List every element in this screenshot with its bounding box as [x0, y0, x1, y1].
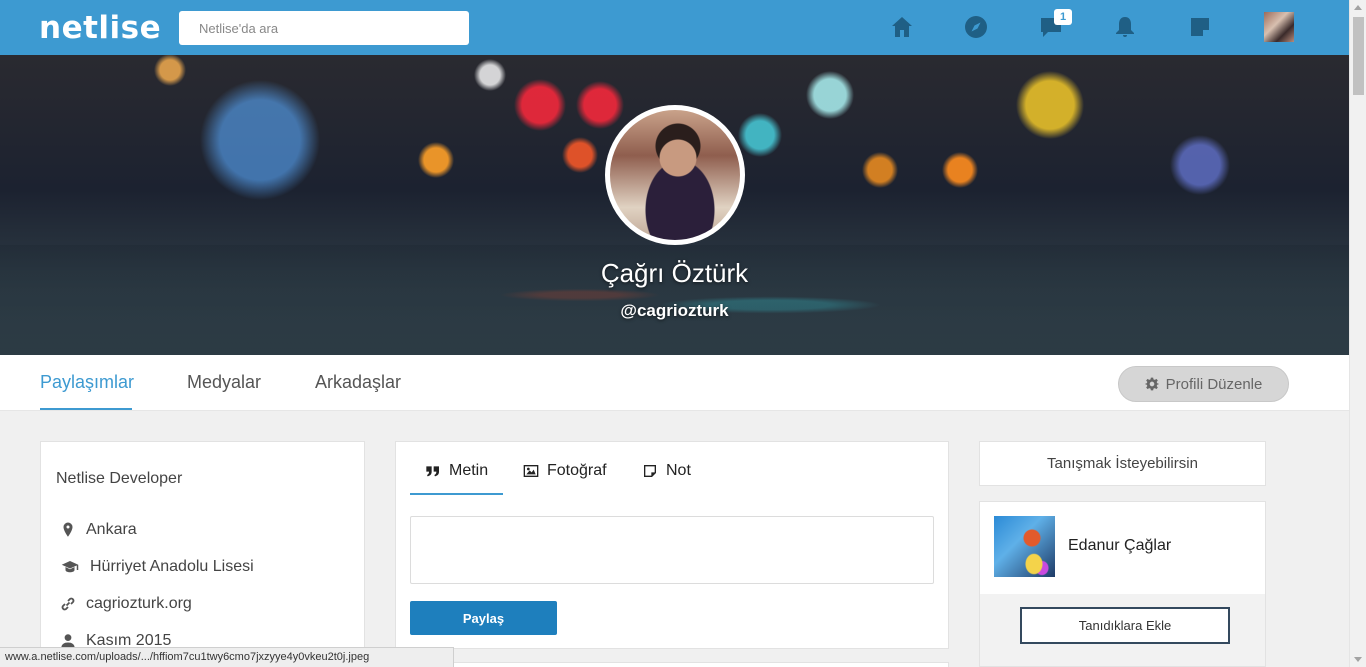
composer-tab-note[interactable]: Not: [642, 462, 691, 480]
home-icon[interactable]: [887, 12, 917, 42]
tab-media[interactable]: Medyalar: [187, 372, 261, 393]
profile-handle: @cagriozturk: [620, 301, 729, 320]
scrollbar-thumb[interactable]: [1353, 17, 1364, 95]
suggestion-card: Edanur Çağlar Tanıdıklara Ekle: [979, 501, 1266, 667]
profile-avatar[interactable]: [605, 105, 745, 245]
info-school-text: Hürriyet Anadolu Lisesi: [90, 558, 254, 575]
scroll-up-icon[interactable]: [1354, 5, 1362, 10]
active-tab-indicator: [40, 408, 132, 410]
info-website: cagriozturk.org: [59, 595, 192, 613]
image-icon: [523, 465, 539, 477]
bell-icon[interactable]: [1110, 12, 1140, 42]
link-icon: [61, 597, 75, 611]
about-panel: Netlise Developer Ankara Hürriyet Anadol…: [40, 441, 365, 667]
add-friend-button[interactable]: Tanıdıklara Ekle: [1020, 607, 1230, 644]
compass-icon[interactable]: [961, 12, 991, 42]
profile-name: Çağrı Öztürk: [600, 258, 749, 288]
composer-active-tab-indicator: [410, 493, 503, 495]
netlise-logo[interactable]: netlise: [39, 10, 161, 46]
messages-icon[interactable]: 1: [1036, 9, 1072, 42]
gear-icon: [1145, 377, 1159, 391]
page-scrollbar[interactable]: [1349, 0, 1366, 667]
messages-badge: 1: [1054, 9, 1072, 25]
suggestion-avatar[interactable]: [994, 516, 1055, 577]
composer-tab-note-label: Not: [666, 462, 691, 479]
search-input[interactable]: [179, 11, 469, 45]
composer-tab-photo[interactable]: Fotoğraf: [523, 462, 607, 480]
graduation-cap-icon: [61, 561, 79, 573]
info-location-text: Ankara: [86, 521, 137, 538]
browser-status-url: www.a.netlise.com/uploads/.../hffiom7cu1…: [0, 647, 454, 667]
info-website-text[interactable]: cagriozturk.org: [86, 595, 192, 613]
map-marker-icon: [63, 522, 73, 537]
top-navbar: netlise 1: [0, 0, 1349, 55]
info-location: Ankara: [59, 521, 137, 539]
suggestions-title: Tanışmak İsteyebilirsin: [1047, 455, 1198, 472]
feed-card: [395, 662, 949, 667]
edit-profile-button[interactable]: Profili Düzenle: [1118, 366, 1289, 402]
suggestion-name[interactable]: Edanur Çağlar: [1068, 537, 1171, 555]
scroll-down-icon[interactable]: [1354, 657, 1362, 662]
user-avatar-menu[interactable]: [1264, 12, 1294, 42]
quote-icon: [426, 466, 439, 477]
suggestion-footer: Tanıdıklara Ekle: [980, 594, 1265, 666]
note-icon: [644, 465, 656, 477]
about-title: Netlise Developer: [56, 470, 183, 487]
share-button[interactable]: Paylaş: [410, 601, 557, 635]
composer-tab-photo-label: Fotoğraf: [547, 462, 607, 479]
post-text-input[interactable]: [410, 516, 934, 584]
suggestions-header: Tanışmak İsteyebilirsin: [979, 441, 1266, 486]
post-composer: Metin Fotoğraf Not Paylaş: [395, 441, 949, 649]
tab-posts[interactable]: Paylaşımlar: [40, 372, 134, 393]
edit-profile-label: Profili Düzenle: [1165, 375, 1263, 393]
composer-tab-text[interactable]: Metin: [425, 462, 488, 480]
note-icon[interactable]: [1185, 12, 1215, 42]
composer-tab-text-label: Metin: [449, 462, 489, 479]
tab-friends[interactable]: Arkadaşlar: [315, 372, 401, 393]
profile-tabs-bar: Paylaşımlar Medyalar Arkadaşlar Profili …: [0, 355, 1349, 411]
info-school: Hürriyet Anadolu Lisesi: [59, 558, 254, 576]
